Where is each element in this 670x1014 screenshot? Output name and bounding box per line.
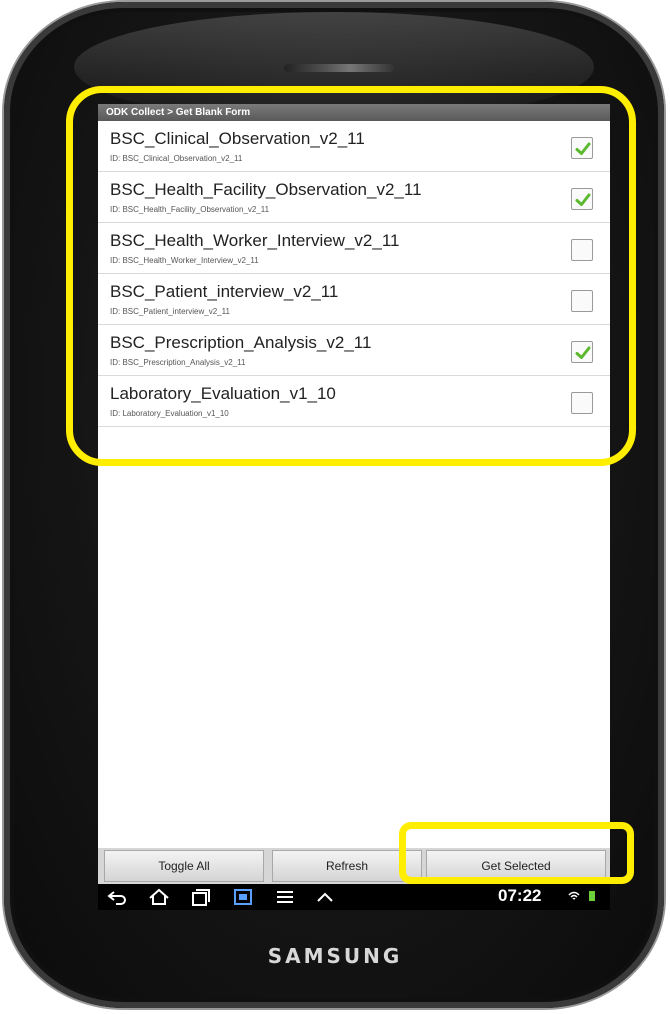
menu-icon[interactable] [274,887,296,907]
battery-icon [589,891,595,901]
back-icon[interactable] [106,887,128,907]
recent-apps-icon[interactable] [190,887,212,907]
home-icon[interactable] [148,887,170,907]
device-brand-logo: SAMSUNG [267,944,403,968]
get-selected-highlight [399,822,634,884]
toggle-all-button[interactable]: Toggle All [104,850,264,882]
up-icon[interactable] [314,887,336,907]
screenshot-icon[interactable] [232,887,254,907]
system-nav-bar: 07:22 [98,884,610,910]
status-clock: 07:22 [498,886,542,905]
speaker-grille [284,64,394,72]
form-list-highlight [66,86,636,466]
wifi-icon [568,891,580,900]
